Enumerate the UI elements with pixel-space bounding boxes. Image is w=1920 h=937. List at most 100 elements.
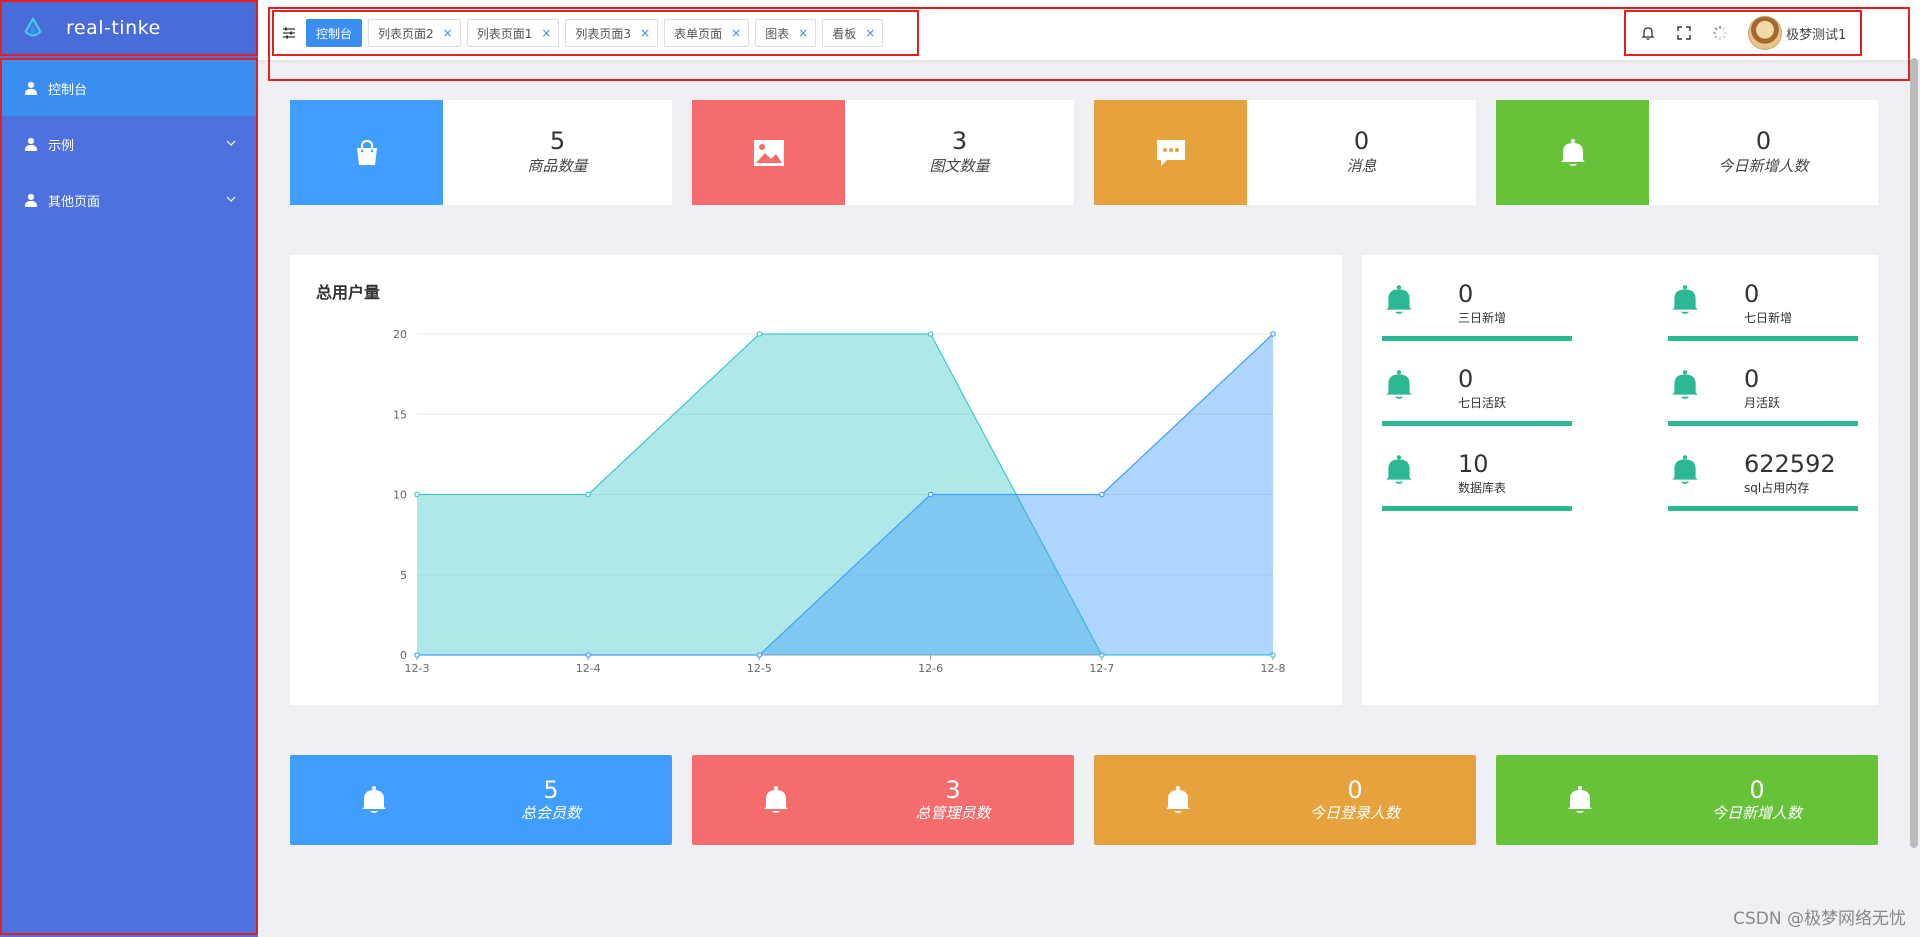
avatar[interactable] xyxy=(1748,16,1782,50)
chevron-down-icon xyxy=(226,140,236,146)
tab-form-page[interactable]: 表单页面 × xyxy=(664,19,750,47)
card-value: 0 xyxy=(1347,775,1363,804)
metric-value: 0 xyxy=(1744,365,1760,393)
tab-charts[interactable]: 图表 × xyxy=(755,19,817,47)
tab-label: 图表 xyxy=(765,26,790,41)
bell-icon xyxy=(1568,786,1592,813)
watermark: CSDN @极梦网络无忧 xyxy=(1733,909,1906,929)
bell-icon[interactable] xyxy=(1640,25,1656,41)
close-icon[interactable]: × xyxy=(541,26,551,40)
tab-list-page-2[interactable]: 列表页面2 × xyxy=(368,19,461,47)
metric-item: 0 七日新增 xyxy=(1668,281,1858,345)
card-value: 3 xyxy=(945,775,961,804)
metric-item: 622592 sql占用内存 xyxy=(1668,451,1858,515)
bell-icon xyxy=(764,786,788,813)
bell-icon xyxy=(1672,370,1698,399)
fullscreen-icon[interactable] xyxy=(1676,25,1692,41)
bottom-card-admins: 3 总管理员数 xyxy=(692,755,1074,845)
metrics-panel: 0 三日新增 0 七日新增 0 七日活跃 0 月活跃 10 数据库表 622592 sql占用内存 xyxy=(1362,255,1878,705)
card-label: 总会员数 xyxy=(520,803,581,822)
stat-icon-box xyxy=(290,100,443,205)
bell-icon xyxy=(1672,285,1698,314)
bag-icon xyxy=(356,139,377,165)
image-icon xyxy=(753,139,784,166)
stat-card-messages: 0 消息 xyxy=(1094,100,1476,205)
stat-value: 0 xyxy=(1353,127,1370,155)
close-icon[interactable]: × xyxy=(443,26,453,40)
bell-icon xyxy=(1672,455,1698,484)
loading-icon[interactable] xyxy=(1712,25,1728,41)
sidebar: real-tinke 控制台 示例 其他页面 xyxy=(0,0,258,937)
metric-label: 数据库表 xyxy=(1458,481,1507,495)
user-icon xyxy=(24,193,38,207)
card-value: 5 xyxy=(543,775,559,804)
data-point[interactable] xyxy=(585,652,592,658)
metric-label: sql占用内存 xyxy=(1744,481,1810,495)
user-icon xyxy=(24,137,38,151)
stat-label: 消息 xyxy=(1346,157,1377,175)
sidebar-item-other-pages[interactable]: 其他页面 xyxy=(2,172,256,228)
user-chart-panel: 总用户量 0 5 10 15 20 12-3 12-4 12-5 12-6 12-7 12-8 xyxy=(290,255,1342,705)
tab-dashboard[interactable]: 控制台 xyxy=(306,19,363,47)
metric-item: 0 七日活跃 xyxy=(1382,366,1572,430)
bottom-card-new-users: 0 今日新增人数 xyxy=(1496,755,1878,845)
y-tick-label: 0 xyxy=(400,649,407,662)
tab-label: 控制台 xyxy=(316,26,353,41)
tab-list-page-1[interactable]: 列表页面1 × xyxy=(466,19,560,47)
sidebar-item-dashboard[interactable]: 控制台 xyxy=(2,60,256,116)
data-point[interactable] xyxy=(927,491,934,498)
stat-icon-box xyxy=(692,100,845,205)
metric-label: 月活跃 xyxy=(1744,396,1781,410)
tab-list-page-3[interactable]: 列表页面3 × xyxy=(565,19,659,47)
page-scrollbar[interactable] xyxy=(1910,58,1918,848)
logo[interactable]: real-tinke xyxy=(0,0,258,56)
data-point[interactable] xyxy=(585,491,592,498)
close-icon[interactable]: × xyxy=(731,26,741,40)
stat-icon-box xyxy=(1496,100,1649,205)
data-point[interactable] xyxy=(756,652,763,658)
chevron-down-icon xyxy=(226,196,236,202)
tab-label: 列表页面2 xyxy=(378,26,434,41)
metric-bar xyxy=(1382,336,1572,341)
metric-item: 0 三日新增 xyxy=(1382,281,1572,345)
metric-value: 0 xyxy=(1458,280,1474,308)
x-tick-label: 12-3 xyxy=(405,662,430,675)
bottom-card-members: 5 总会员数 xyxy=(290,755,672,845)
close-icon[interactable]: × xyxy=(865,26,875,40)
data-point[interactable] xyxy=(756,331,763,337)
bell-icon xyxy=(1166,786,1190,813)
bell-icon xyxy=(1386,455,1412,484)
data-point[interactable] xyxy=(414,652,420,658)
bell-icon xyxy=(362,786,386,813)
sidebar-item-examples[interactable]: 示例 xyxy=(2,116,256,172)
stat-value: 5 xyxy=(549,127,566,155)
metric-label: 三日新增 xyxy=(1458,311,1507,325)
data-point[interactable] xyxy=(1270,331,1276,337)
x-tick-label: 12-8 xyxy=(1261,662,1286,675)
data-point[interactable] xyxy=(414,491,420,498)
tab-label: 看板 xyxy=(832,26,857,41)
sidebar-item-label: 其他页面 xyxy=(48,194,101,210)
metric-item: 10 数据库表 xyxy=(1382,451,1572,515)
tab-label: 列表页面3 xyxy=(575,26,632,41)
x-tick-label: 12-4 xyxy=(576,662,601,675)
close-icon[interactable]: × xyxy=(640,26,650,40)
username[interactable]: 极梦测试1 xyxy=(1786,24,1846,43)
x-tick-label: 12-6 xyxy=(918,662,943,675)
metric-value: 622592 xyxy=(1744,450,1836,478)
data-point[interactable] xyxy=(1098,491,1105,498)
close-icon[interactable]: × xyxy=(798,26,808,40)
tab-label: 列表页面1 xyxy=(476,26,533,41)
bottom-card-logins: 0 今日登录人数 xyxy=(1094,755,1476,845)
sliders-icon[interactable] xyxy=(282,26,296,40)
tab-board[interactable]: 看板 × xyxy=(822,19,884,47)
tab-label: 表单页面 xyxy=(674,26,723,41)
metric-value: 0 xyxy=(1744,280,1760,308)
y-tick-label: 5 xyxy=(400,569,407,582)
y-tick-label: 15 xyxy=(393,408,407,421)
data-point[interactable] xyxy=(927,331,934,337)
stat-card-articles: 3 图文数量 xyxy=(692,100,1074,205)
card-value: 0 xyxy=(1749,775,1765,804)
sidebar-item-label: 示例 xyxy=(48,138,75,154)
y-tick-label: 10 xyxy=(393,489,407,502)
